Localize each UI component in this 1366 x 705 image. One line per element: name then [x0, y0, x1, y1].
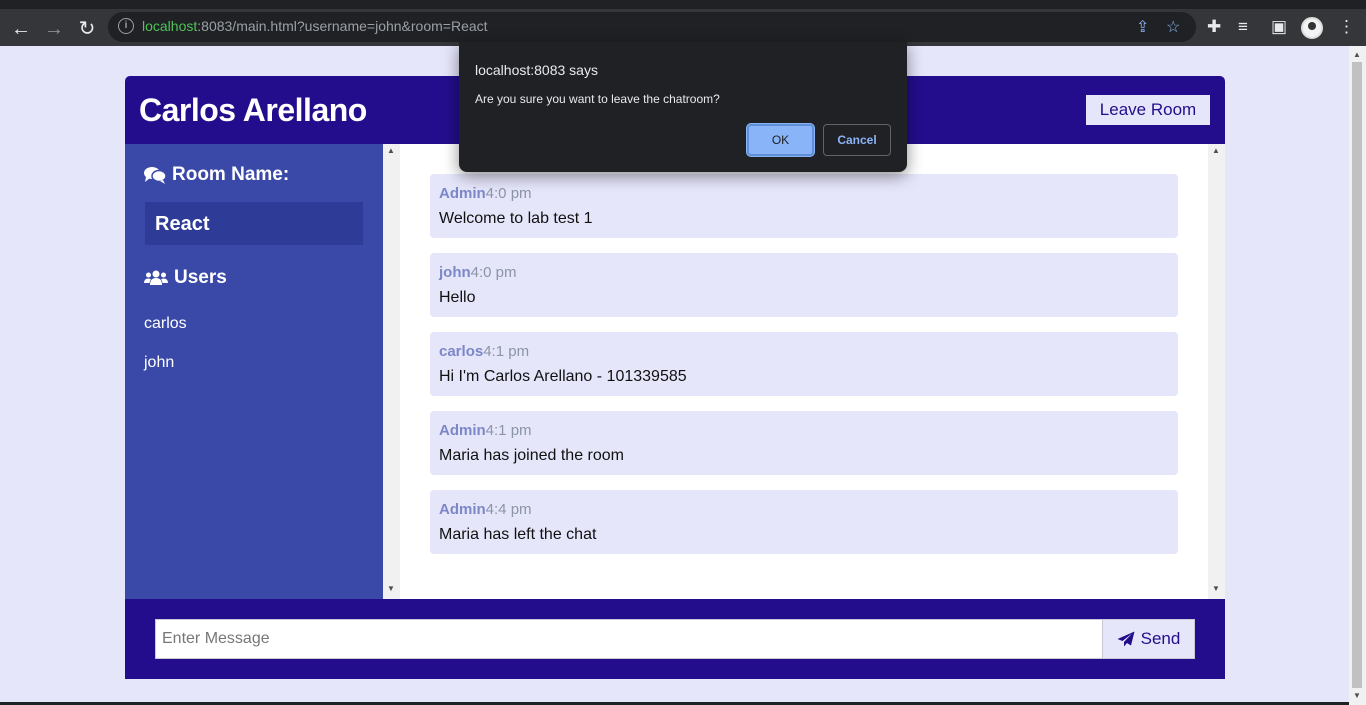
message-item: carlos4:1 pm Hi I'm Carlos Arellano - 10… [430, 332, 1178, 396]
room-name-box: React [145, 202, 363, 245]
scroll-down-arrow-icon[interactable]: ▼ [1212, 584, 1220, 593]
reload-icon[interactable]: ↻ [75, 17, 99, 41]
dialog-title: localhost:8083 says [475, 62, 598, 78]
page-scrollbar[interactable]: ▲ ▼ [1349, 46, 1366, 705]
browser-toolbar: ← → ↻ i localhost:8083/main.html?usernam… [0, 0, 1366, 46]
chat-messages[interactable]: ▲ ▼ Admin4:0 pm Welcome to lab test 1 jo… [383, 144, 1225, 599]
paper-plane-icon [1117, 631, 1135, 647]
message-time: 4:0 pm [485, 185, 532, 202]
page-title: Carlos Arellano [139, 92, 367, 128]
side-panel-icon[interactable]: ▣ [1271, 17, 1287, 37]
message-input[interactable] [155, 619, 1103, 659]
confirm-dialog: localhost:8083 says Are you sure you wan… [459, 42, 907, 172]
leave-room-button[interactable]: Leave Room [1086, 95, 1210, 125]
room-name-heading-label: Room Name: [172, 164, 290, 185]
messages-scrollbar[interactable]: ▲ ▼ [1208, 144, 1225, 599]
chat-sidebar: Room Name: React Users carlos john [125, 144, 383, 599]
share-icon[interactable]: ⇪ [1136, 17, 1149, 37]
bookmark-star-icon[interactable]: ☆ [1166, 17, 1180, 37]
scroll-up-arrow-icon[interactable]: ▲ [1353, 50, 1361, 59]
back-arrow-icon[interactable]: ← [9, 17, 33, 41]
site-info-icon[interactable]: i [118, 18, 134, 34]
message-meta: Admin4:1 pm [439, 422, 532, 439]
chat-form: Send [125, 599, 1225, 679]
page-scrollbar-thumb[interactable] [1352, 62, 1362, 688]
messages-left-scrollbar[interactable]: ▲ ▼ [383, 144, 400, 599]
message-author: carlos [439, 343, 484, 360]
address-url[interactable]: localhost:8083/main.html?username=john&r… [142, 18, 488, 34]
scroll-up-arrow-icon[interactable]: ▲ [1212, 146, 1220, 155]
ok-button[interactable]: OK [747, 124, 814, 156]
users-heading-label: Users [174, 267, 227, 288]
url-path: :8083/main.html?username=john&room=React [197, 18, 488, 34]
message-time: 4:0 pm [470, 264, 517, 281]
message-time: 4:4 pm [485, 501, 532, 518]
message-author: john [439, 264, 471, 281]
message-meta: john4:0 pm [439, 264, 517, 281]
scroll-down-arrow-icon[interactable]: ▼ [1353, 691, 1361, 700]
forward-arrow-icon[interactable]: → [42, 17, 66, 41]
scroll-down-arrow-icon[interactable]: ▼ [387, 584, 395, 593]
message-meta: Admin4:0 pm [439, 185, 532, 202]
message-author: Admin [439, 501, 486, 518]
room-name-heading: Room Name: [144, 164, 289, 186]
message-text: Hi I'm Carlos Arellano - 101339585 [439, 368, 687, 385]
address-bar[interactable]: i localhost:8083/main.html?username=john… [108, 12, 1196, 42]
profile-avatar[interactable] [1301, 17, 1323, 39]
message-text: Maria has joined the room [439, 447, 624, 464]
message-item: Admin4:1 pm Maria has joined the room [430, 411, 1178, 475]
message-text: Hello [439, 289, 476, 306]
comments-icon [144, 167, 166, 184]
message-time: 4:1 pm [483, 343, 530, 360]
url-host: localhost [142, 18, 198, 34]
message-text: Maria has left the chat [439, 526, 597, 543]
message-item: Admin4:0 pm Welcome to lab test 1 [430, 174, 1178, 238]
message-author: Admin [439, 422, 486, 439]
cancel-button[interactable]: Cancel [823, 124, 891, 156]
message-item: john4:0 pm Hello [430, 253, 1178, 317]
message-text: Welcome to lab test 1 [439, 210, 593, 227]
users-icon [144, 270, 168, 285]
users-heading: Users [144, 267, 227, 289]
send-button-label: Send [1140, 629, 1181, 648]
message-item: Admin4:4 pm Maria has left the chat [430, 490, 1178, 554]
user-list-item: carlos [144, 315, 187, 332]
send-button[interactable]: Send [1102, 619, 1195, 659]
scroll-up-arrow-icon[interactable]: ▲ [387, 146, 395, 155]
menu-kebab-icon[interactable]: ⋮ [1338, 17, 1355, 37]
media-control-icon[interactable]: ≡ [1238, 17, 1248, 37]
extensions-icon[interactable]: ✚ [1207, 17, 1221, 37]
room-name: React [155, 213, 210, 235]
message-meta: carlos4:1 pm [439, 343, 529, 360]
message-meta: Admin4:4 pm [439, 501, 532, 518]
user-list-item: john [144, 354, 175, 371]
message-time: 4:1 pm [485, 422, 532, 439]
dialog-message: Are you sure you want to leave the chatr… [475, 92, 720, 106]
message-author: Admin [439, 185, 486, 202]
